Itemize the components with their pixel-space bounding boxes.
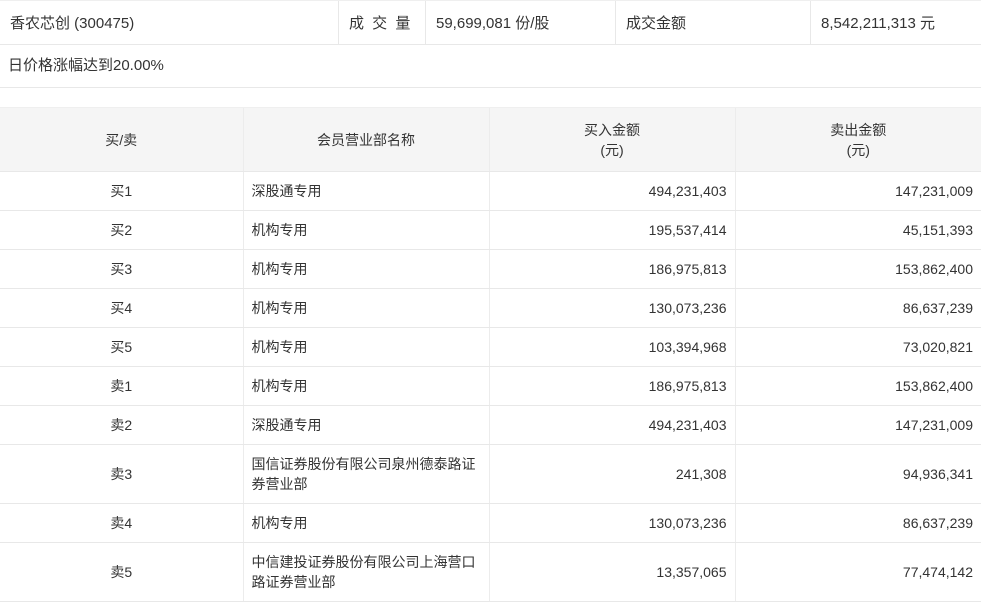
buy-amount-cell: 186,975,813 xyxy=(489,250,735,289)
sell-amount-cell: 94,936,341 xyxy=(735,445,981,504)
table-row: 买3 机构专用 186,975,813 153,862,400 xyxy=(0,250,981,289)
column-header-sell-amount: 卖出金额 (元) xyxy=(735,108,981,172)
column-header-broker-name: 会员营业部名称 xyxy=(243,108,489,172)
column-header-buy-amount: 买入金额 (元) xyxy=(489,108,735,172)
sell-amount-cell: 45,151,393 xyxy=(735,211,981,250)
sell-amount-cell: 147,231,009 xyxy=(735,172,981,211)
rank-cell: 买2 xyxy=(0,211,243,250)
sell-amount-cell: 153,862,400 xyxy=(735,250,981,289)
broker-name-cell: 机构专用 xyxy=(243,504,489,543)
broker-name-cell: 国信证券股份有限公司泉州德泰路证券营业部 xyxy=(243,445,489,504)
table-row: 卖2 深股通专用 494,231,403 147,231,009 xyxy=(0,406,981,445)
table-header-row: 买/卖 会员营业部名称 买入金额 (元) 卖出金额 (元) xyxy=(0,108,981,172)
rank-cell: 买4 xyxy=(0,289,243,328)
rank-cell: 卖3 xyxy=(0,445,243,504)
rank-cell: 卖1 xyxy=(0,367,243,406)
turnover-value: 8,542,211,313 元 xyxy=(810,1,981,44)
table-row: 卖5 中信建投证券股份有限公司上海营口路证券营业部 13,357,065 77,… xyxy=(0,543,981,602)
table-row: 卖1 机构专用 186,975,813 153,862,400 xyxy=(0,367,981,406)
broker-seats-table: 买/卖 会员营业部名称 买入金额 (元) 卖出金额 (元) 买1 深股通专用 4… xyxy=(0,107,981,602)
volume-value: 59,699,081 份/股 xyxy=(425,1,615,44)
rank-cell: 卖5 xyxy=(0,543,243,602)
column-header-buy-sell: 买/卖 xyxy=(0,108,243,172)
table-body: 买1 深股通专用 494,231,403 147,231,009 买2 机构专用… xyxy=(0,172,981,602)
rank-cell: 买1 xyxy=(0,172,243,211)
volume-label: 成 交 量 xyxy=(338,1,425,44)
table-row: 卖4 机构专用 130,073,236 86,637,239 xyxy=(0,504,981,543)
broker-name-cell: 机构专用 xyxy=(243,211,489,250)
rank-cell: 卖4 xyxy=(0,504,243,543)
sell-amount-cell: 153,862,400 xyxy=(735,367,981,406)
broker-name-cell: 中信建投证券股份有限公司上海营口路证券营业部 xyxy=(243,543,489,602)
stock-title: 香农芯创 (300475) xyxy=(0,1,338,44)
broker-name-cell: 深股通专用 xyxy=(243,406,489,445)
buy-amount-cell: 13,357,065 xyxy=(489,543,735,602)
sell-amount-cell: 77,474,142 xyxy=(735,543,981,602)
broker-name-cell: 机构专用 xyxy=(243,289,489,328)
table-row: 买1 深股通专用 494,231,403 147,231,009 xyxy=(0,172,981,211)
sell-amount-header-unit: (元) xyxy=(736,140,981,160)
sell-amount-cell: 147,231,009 xyxy=(735,406,981,445)
dragon-tiger-list-page: 香农芯创 (300475) 成 交 量 59,699,081 份/股 成交金额 … xyxy=(0,0,981,602)
sell-amount-header-label: 卖出金额 xyxy=(736,120,981,140)
buy-amount-cell: 195,537,414 xyxy=(489,211,735,250)
buy-amount-cell: 130,073,236 xyxy=(489,504,735,543)
price-limit-notice: 日价格涨幅达到20.00% xyxy=(0,45,981,88)
sell-amount-cell: 86,637,239 xyxy=(735,504,981,543)
buy-amount-cell: 103,394,968 xyxy=(489,328,735,367)
rank-cell: 卖2 xyxy=(0,406,243,445)
sell-amount-cell: 73,020,821 xyxy=(735,328,981,367)
table-row: 卖3 国信证券股份有限公司泉州德泰路证券营业部 241,308 94,936,3… xyxy=(0,445,981,504)
buy-amount-cell: 186,975,813 xyxy=(489,367,735,406)
rank-cell: 买3 xyxy=(0,250,243,289)
sell-amount-cell: 86,637,239 xyxy=(735,289,981,328)
broker-name-cell: 机构专用 xyxy=(243,367,489,406)
broker-name-cell: 机构专用 xyxy=(243,250,489,289)
broker-name-cell: 机构专用 xyxy=(243,328,489,367)
buy-amount-cell: 494,231,403 xyxy=(489,172,735,211)
turnover-label: 成交金额 xyxy=(615,1,810,44)
stock-summary-bar: 香农芯创 (300475) 成 交 量 59,699,081 份/股 成交金额 … xyxy=(0,0,981,45)
table-row: 买5 机构专用 103,394,968 73,020,821 xyxy=(0,328,981,367)
buy-amount-header-label: 买入金额 xyxy=(490,120,735,140)
rank-cell: 买5 xyxy=(0,328,243,367)
table-row: 买2 机构专用 195,537,414 45,151,393 xyxy=(0,211,981,250)
broker-name-cell: 深股通专用 xyxy=(243,172,489,211)
buy-amount-cell: 494,231,403 xyxy=(489,406,735,445)
buy-amount-header-unit: (元) xyxy=(490,140,735,160)
table-head: 买/卖 会员营业部名称 买入金额 (元) 卖出金额 (元) xyxy=(0,108,981,172)
table-row: 买4 机构专用 130,073,236 86,637,239 xyxy=(0,289,981,328)
buy-amount-cell: 241,308 xyxy=(489,445,735,504)
buy-amount-cell: 130,073,236 xyxy=(489,289,735,328)
